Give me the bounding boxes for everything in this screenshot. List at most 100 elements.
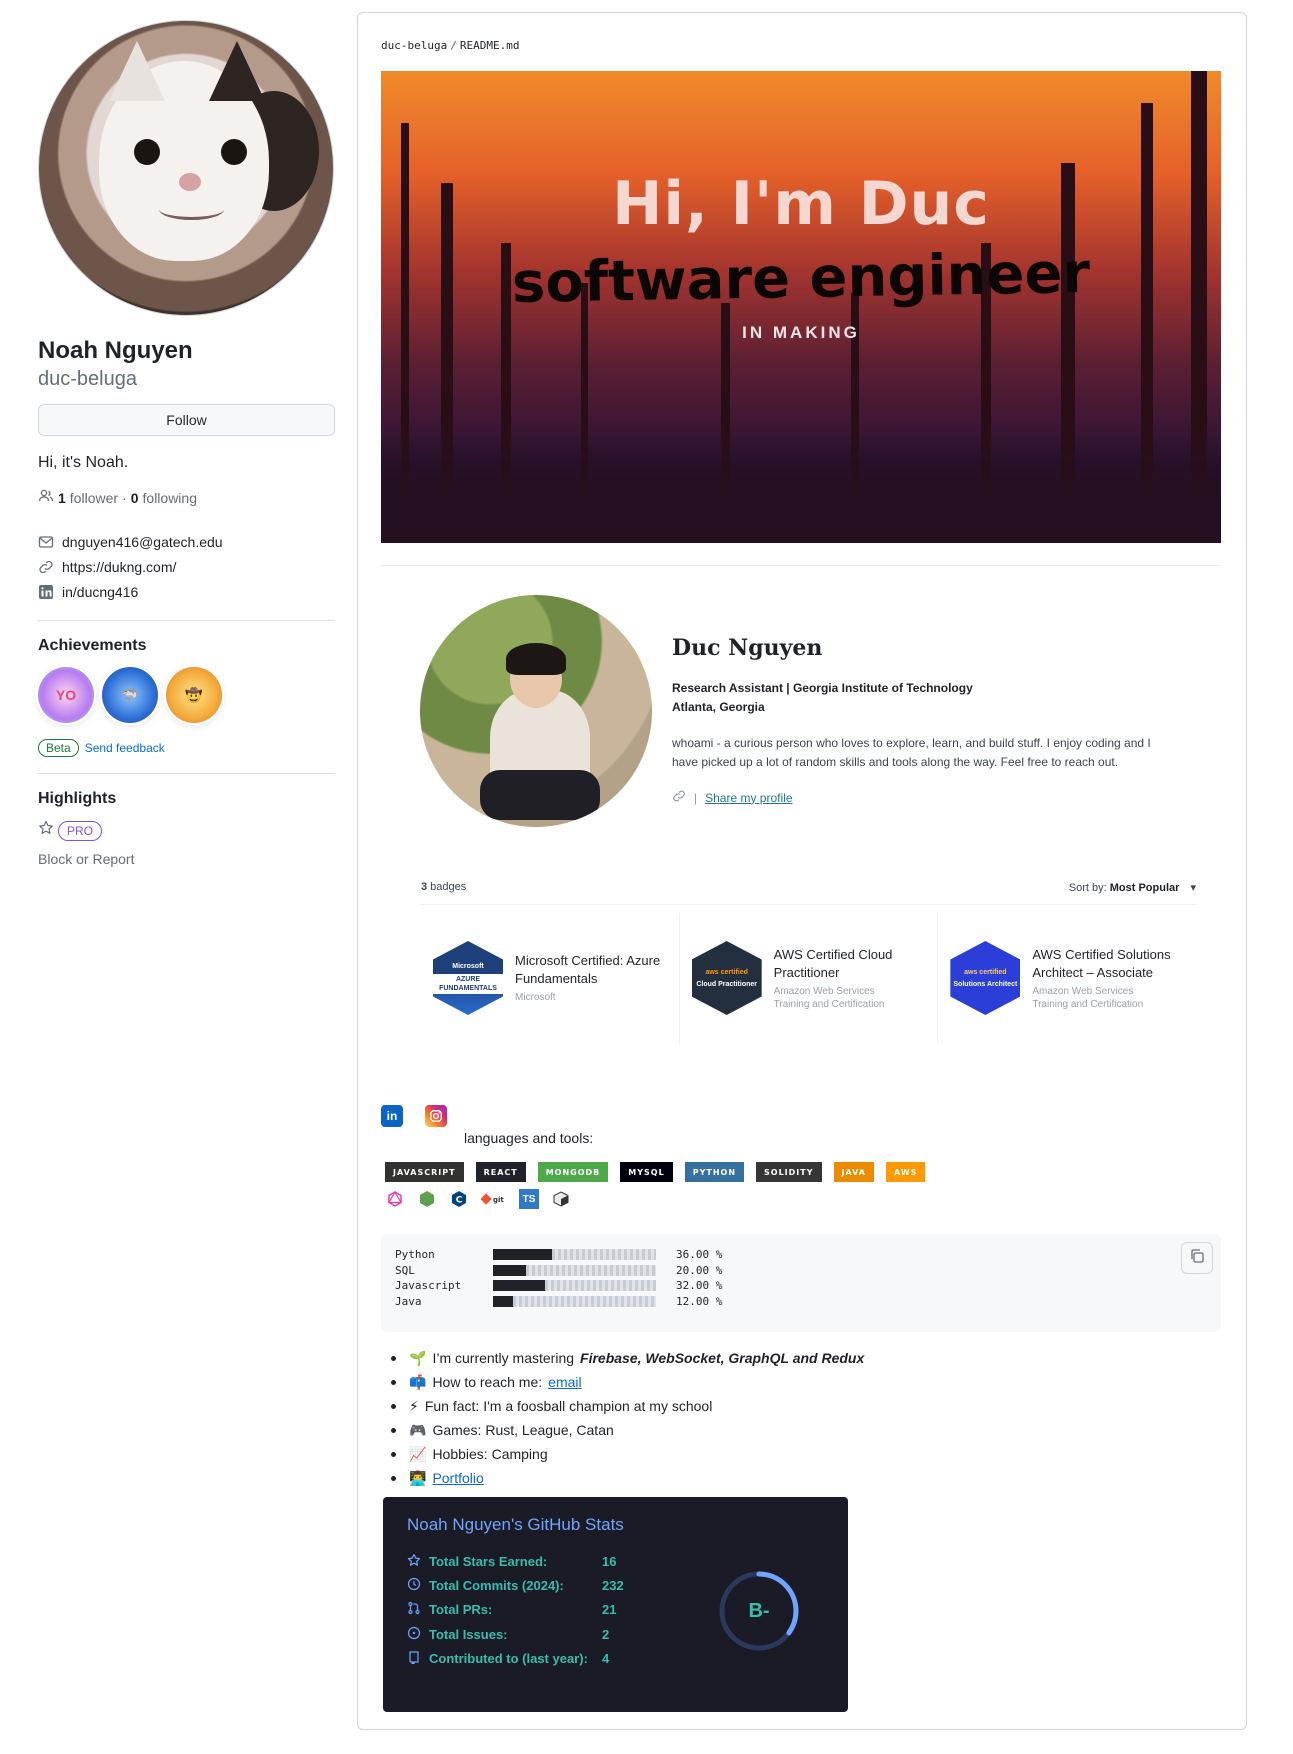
- code-stat-row: Python 36.00 %: [395, 1248, 722, 1261]
- tag-label: AWS: [894, 1167, 918, 1177]
- followers-row: 1 follower · 0 following: [38, 488, 335, 507]
- sort-dropdown[interactable]: Sort by: Most Popular ▾: [1069, 881, 1196, 894]
- readme-card: duc-beluga / README.md Hi, I'm Duc softwar…: [357, 12, 1247, 1730]
- code-stat-row: Javascript 32.00 %: [395, 1279, 722, 1292]
- email-item[interactable]: dnguyen416@gatech.edu: [38, 529, 335, 554]
- star-icon: [38, 820, 54, 841]
- following-count[interactable]: 0: [131, 490, 139, 506]
- tag-java: JAVA: [833, 1162, 874, 1182]
- followers-link[interactable]: follower: [70, 490, 118, 506]
- stat-row: Contributed to (last year): 4: [407, 1650, 609, 1667]
- stat-label: Total Commits (2024):: [429, 1578, 564, 1593]
- cert-azure-fundamentals[interactable]: Microsoft AZURE FUNDAMENTALS Microsoft C…: [421, 913, 680, 1043]
- profile-card-about: whoami - a curious person who loves to e…: [672, 736, 1151, 769]
- progress-bar: [493, 1249, 656, 1260]
- list-item: 📫 How to reach me: email: [381, 1370, 1201, 1394]
- percent-value: 12.00 %: [676, 1295, 723, 1308]
- c-language-icon: C: [449, 1189, 469, 1209]
- technologist-icon: 👨‍💻: [409, 1469, 427, 1486]
- copy-button[interactable]: [1181, 1242, 1213, 1274]
- profile-photo: [420, 595, 652, 827]
- readme-banner: Hi, I'm Duc software engineer IN MAKING: [381, 71, 1221, 543]
- seedling-icon: 🌱: [409, 1349, 427, 1366]
- profile-name: Noah Nguyen: [38, 337, 193, 364]
- tag-label: SOLIDITY: [764, 1167, 814, 1177]
- progress-bar: [493, 1265, 656, 1276]
- stat-row: Total Commits (2024): 232: [407, 1577, 624, 1594]
- list-item: 👨‍💻 Portfolio: [381, 1466, 1201, 1490]
- percent-value: 20.00 %: [676, 1264, 723, 1277]
- percent-value: 32.00 %: [676, 1279, 723, 1292]
- git-icon: git: [481, 1189, 507, 1209]
- pr-icon: [407, 1601, 421, 1618]
- social-links: in: [381, 1105, 447, 1127]
- typescript-icon: TS: [519, 1189, 539, 1209]
- avatar[interactable]: [38, 20, 334, 316]
- profile-card-name: Duc Nguyen: [672, 635, 823, 661]
- following-link[interactable]: following: [143, 490, 197, 506]
- highlights-title: Highlights: [38, 790, 117, 807]
- people-icon: [38, 488, 54, 507]
- pull-shark-achievement-icon[interactable]: 🦈: [102, 667, 158, 723]
- linkedin-link[interactable]: in/ducng416: [62, 584, 138, 600]
- svg-text:git: git: [493, 1196, 504, 1204]
- languages-label: languages and tools:: [464, 1130, 594, 1146]
- linkedin-item[interactable]: in/ducng416: [38, 579, 335, 604]
- stat-row: Total Stars Earned: 16: [407, 1553, 616, 1570]
- banner-title: Hi, I'm Duc: [612, 169, 990, 239]
- follow-button[interactable]: Follow: [38, 404, 335, 436]
- progress-bar: [493, 1296, 656, 1307]
- stat-label: Total Stars Earned:: [429, 1554, 548, 1569]
- breadcrumb-repo[interactable]: duc-beluga: [381, 39, 447, 52]
- stat-value: 232: [602, 1578, 624, 1593]
- portfolio-link[interactable]: Portfolio: [432, 1470, 483, 1486]
- cert-aws-solutions-architect[interactable]: aws certified Solutions Architect AWS Ce…: [938, 913, 1196, 1043]
- progress-bar: [493, 1280, 656, 1291]
- tag-mysql: MYSQL: [620, 1162, 673, 1182]
- repo-icon: [407, 1650, 421, 1667]
- stat-value: 16: [602, 1554, 617, 1569]
- achievements-title[interactable]: Achievements: [38, 637, 335, 655]
- send-feedback-link[interactable]: Send feedback: [85, 741, 165, 755]
- profile-card: Duc Nguyen Research Assistant | Georgia …: [420, 595, 1220, 845]
- beta-badge: Beta: [38, 739, 79, 757]
- tag-python: PYTHON: [684, 1162, 745, 1182]
- stat-label: Total Issues:: [429, 1627, 508, 1642]
- breadcrumb-file[interactable]: README.md: [460, 39, 520, 52]
- block-report-link[interactable]: Block or Report: [38, 851, 335, 867]
- badges-count: 3 badges: [421, 881, 467, 893]
- followers-count[interactable]: 1: [58, 490, 66, 506]
- tag-label: JAVA: [841, 1167, 866, 1177]
- gamepad-icon: 🎮: [409, 1421, 427, 1438]
- quickdraw-achievement-icon[interactable]: 🤠: [166, 667, 222, 723]
- language-name: SQL: [395, 1264, 415, 1277]
- share-profile-link[interactable]: Share my profile: [705, 791, 792, 805]
- about-bullets: 🌱 I’m currently mastering Firebase, WebS…: [381, 1346, 1201, 1490]
- dot-separator: ·: [122, 489, 127, 506]
- email-link[interactable]: email: [548, 1374, 581, 1390]
- website-item[interactable]: https://dukng.com/: [38, 554, 335, 579]
- tag-label: REACT: [483, 1167, 518, 1177]
- profile-login: duc-beluga: [38, 368, 137, 390]
- caret-down-icon: ▾: [1190, 882, 1196, 894]
- profile-sidebar: Noah Nguyen duc-beluga Follow Hi, it's N…: [38, 20, 335, 867]
- divider: [38, 773, 335, 774]
- linkedin-icon[interactable]: in: [381, 1105, 403, 1127]
- tag-react: REACT: [475, 1162, 526, 1182]
- email-link[interactable]: dnguyen416@gatech.edu: [62, 534, 223, 550]
- chart-icon: 📈: [409, 1445, 427, 1462]
- yolo-achievement-icon[interactable]: YO: [38, 667, 94, 723]
- code-block: Python 36.00 % SQL 20.00 % Javascript 32.00 %…: [381, 1234, 1221, 1332]
- instagram-icon[interactable]: [425, 1105, 447, 1127]
- tag-label: MONGODB: [545, 1167, 601, 1177]
- learning-topics: Firebase, WebSocket, GraphQL and Redux: [580, 1350, 865, 1366]
- pro-highlight: PRO: [38, 820, 335, 841]
- nodejs-icon: [417, 1189, 437, 1209]
- list-item: ⚡ Fun fact: I'm a foosball champion at m…: [381, 1394, 1201, 1418]
- website-link[interactable]: https://dukng.com/: [62, 559, 176, 575]
- profile-card-location: Atlanta, Georgia: [672, 700, 765, 714]
- list-item: 📈 Hobbies: Camping: [381, 1442, 1201, 1466]
- stats-title: Noah Nguyen's GitHub Stats: [407, 1515, 624, 1534]
- cert-aws-cloud-practitioner[interactable]: aws certified Cloud Practitioner AWS Cer…: [680, 913, 939, 1043]
- linkedin-icon: [38, 584, 54, 600]
